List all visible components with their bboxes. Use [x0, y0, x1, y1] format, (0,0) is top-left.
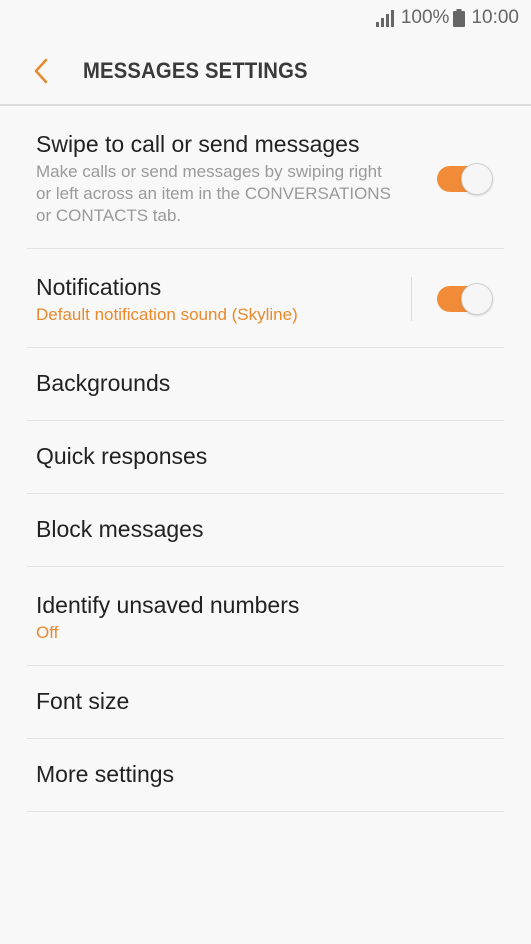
divider [411, 277, 412, 321]
back-button[interactable] [26, 54, 56, 88]
settings-list: Swipe to call or send messages Make call… [27, 106, 504, 812]
signal-icon [375, 10, 394, 27]
clock-time: 10:00 [471, 7, 519, 28]
page-title: MESSAGES SETTINGS [83, 58, 308, 83]
setting-notifications[interactable]: Notifications Default notification sound… [27, 249, 504, 348]
setting-description: Make calls or send messages by swiping r… [36, 162, 391, 225]
setting-title: Notifications [36, 274, 162, 300]
setting-title: Quick responses [36, 443, 208, 469]
status-bar: 100% 10:00 [0, 0, 531, 38]
toggle-knob [461, 283, 493, 315]
toggle-knob [461, 163, 493, 195]
setting-title: Font size [36, 688, 130, 714]
setting-swipe-to-call[interactable]: Swipe to call or send messages Make call… [27, 106, 504, 249]
setting-font-size[interactable]: Font size [27, 666, 504, 739]
setting-subtitle: Default notification sound (Skyline) [36, 305, 298, 324]
setting-backgrounds[interactable]: Backgrounds [27, 348, 504, 421]
setting-title: Block messages [36, 516, 204, 542]
setting-title: Identify unsaved numbers [36, 592, 300, 618]
swipe-toggle[interactable] [437, 163, 493, 195]
setting-title: Backgrounds [36, 370, 171, 396]
setting-identify-unsaved-numbers[interactable]: Identify unsaved numbers Off [27, 567, 504, 666]
battery-percent: 100% [400, 7, 450, 28]
notifications-toggle[interactable] [437, 283, 493, 315]
setting-quick-responses[interactable]: Quick responses [27, 421, 504, 494]
battery-icon [453, 9, 466, 27]
chevron-left-icon [34, 58, 48, 84]
setting-more-settings[interactable]: More settings [27, 739, 504, 812]
setting-block-messages[interactable]: Block messages [27, 494, 504, 567]
status-indicators: 100% 10:00 [375, 7, 519, 29]
app-header: MESSAGES SETTINGS [0, 38, 531, 106]
setting-subtitle: Off [36, 623, 59, 642]
setting-title: Swipe to call or send messages [36, 131, 360, 157]
setting-title: More settings [36, 761, 175, 787]
